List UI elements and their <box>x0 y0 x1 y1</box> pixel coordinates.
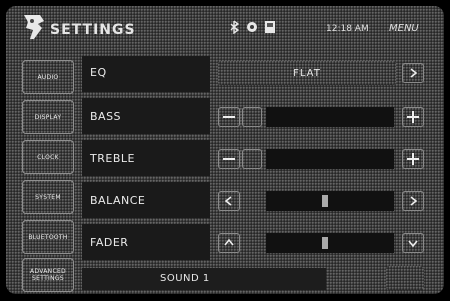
sidebar-item-system[interactable]: SYSTEM <box>22 180 74 214</box>
chevron-up-icon <box>224 238 234 246</box>
gear-icon <box>247 22 257 32</box>
fader-label: FADER <box>90 236 129 249</box>
treble-plus-button[interactable] <box>402 149 424 169</box>
sound-preset-label: SOUND 1 <box>160 273 210 284</box>
plus-icon <box>407 111 419 123</box>
eq-label: EQ <box>90 66 107 79</box>
fader-rear-button[interactable] <box>402 233 424 253</box>
minus-icon <box>223 116 235 118</box>
sidebar-item-display[interactable]: DISPLAY <box>22 100 74 134</box>
balance-label: BALANCE <box>90 194 146 207</box>
page-next-button[interactable] <box>386 266 424 290</box>
bass-minus-button[interactable] <box>218 107 240 127</box>
sidebar-item-audio[interactable]: AUDIO <box>22 60 74 94</box>
sidebar-item-label: ADVANCED SETTINGS <box>30 268 66 282</box>
bass-level-indicator <box>242 107 262 127</box>
eq-preset-select[interactable]: FLAT <box>218 61 396 85</box>
header-bar: SETTINGS 12:18 AM MENU <box>6 6 444 48</box>
bass-label: BASS <box>90 110 122 123</box>
page-title: SETTINGS <box>50 22 136 38</box>
sidebar: AUDIO DISPLAY CLOCK SYSTEM BLUETOOTH ADV… <box>6 56 76 294</box>
treble-level-indicator <box>242 149 262 169</box>
treble-slider[interactable] <box>266 149 394 169</box>
sidebar-item-label: SYSTEM <box>35 193 61 201</box>
balance-right-button[interactable] <box>402 191 424 211</box>
balance-slider[interactable] <box>266 191 394 211</box>
treble-minus-button[interactable] <box>218 149 240 169</box>
back-logo-icon[interactable] <box>20 12 48 42</box>
sidebar-item-advanced[interactable]: ADVANCED SETTINGS <box>22 258 74 292</box>
fader-front-button[interactable] <box>218 233 240 253</box>
eq-next-button[interactable] <box>402 63 424 83</box>
sound-preset-bar[interactable]: SOUND 1 <box>82 268 326 290</box>
balance-left-button[interactable] <box>218 191 240 211</box>
chevron-right-icon <box>410 196 418 206</box>
menu-button[interactable]: MENU <box>389 23 419 34</box>
chevron-down-icon <box>408 240 418 248</box>
sidebar-item-label: AUDIO <box>37 73 59 81</box>
sd-card-icon <box>265 21 275 33</box>
balance-position-marker[interactable] <box>322 195 328 207</box>
minus-icon <box>223 158 235 160</box>
sidebar-item-label: BLUETOOTH <box>28 233 68 241</box>
sidebar-item-label: DISPLAY <box>34 113 62 121</box>
bass-plus-button[interactable] <box>402 107 424 127</box>
sidebar-item-bluetooth[interactable]: BLUETOOTH <box>22 220 74 254</box>
fader-slider[interactable] <box>266 233 394 253</box>
chevron-right-icon <box>410 68 418 78</box>
sidebar-item-label: CLOCK <box>37 153 59 161</box>
eq-preset-value: FLAT <box>293 67 321 79</box>
bluetooth-icon <box>230 20 240 34</box>
treble-label: TREBLE <box>90 152 135 165</box>
chevron-left-icon <box>224 196 232 206</box>
sidebar-item-clock[interactable]: CLOCK <box>22 140 74 174</box>
bass-slider[interactable] <box>266 107 394 127</box>
plus-icon <box>407 153 419 165</box>
clock-time: 12:18 AM <box>326 24 369 34</box>
fader-position-marker[interactable] <box>322 237 328 249</box>
